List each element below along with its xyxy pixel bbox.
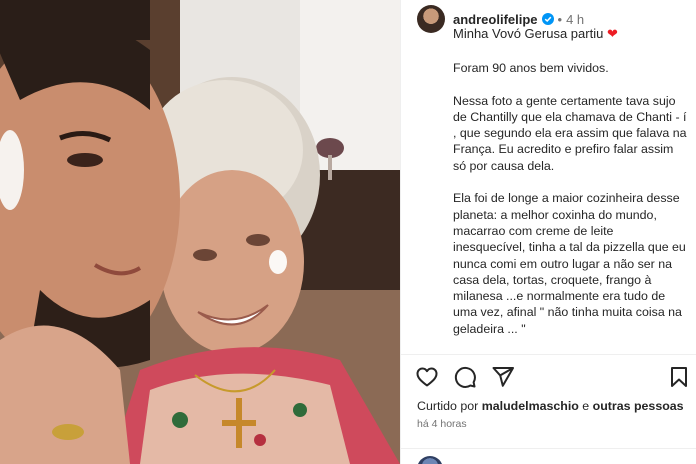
bookmark-icon[interactable] bbox=[667, 365, 691, 389]
liker-username-link[interactable]: maludelmaschio bbox=[482, 399, 579, 413]
caption-first-text: Minha Vovó Gerusa partiu bbox=[453, 26, 604, 41]
heart-outline-icon[interactable] bbox=[415, 365, 439, 389]
caption-first-line: Minha Vovó Gerusa partiu ❤ bbox=[453, 26, 618, 42]
caption-paragraph: Ela foi de longe a maior cozinheira dess… bbox=[453, 191, 686, 336]
red-heart-emoji: ❤ bbox=[606, 26, 618, 41]
likes-summary: Curtido por maludelmaschio e outras pess… bbox=[417, 399, 684, 413]
caption-paragraph: Nessa foto a gente certamente tava sujo … bbox=[453, 93, 687, 173]
posted-ago[interactable]: há 4 horas bbox=[417, 418, 467, 430]
post-time[interactable]: 4 h bbox=[566, 12, 584, 27]
others-link[interactable]: outras pessoas bbox=[593, 399, 684, 413]
comment-composer-strip bbox=[401, 448, 696, 464]
divider bbox=[401, 354, 696, 355]
avatar[interactable] bbox=[417, 5, 445, 33]
post-photo[interactable] bbox=[0, 0, 400, 464]
likes-prefix: Curtido por bbox=[417, 399, 479, 413]
separator-dot: • bbox=[557, 11, 563, 27]
username-link[interactable]: andreolifelipe bbox=[453, 12, 538, 27]
verified-badge-icon bbox=[541, 13, 554, 25]
photo-illustration bbox=[0, 0, 400, 464]
post-side-panel: andreolifelipe • 4 h Minha Vovó Gerusa p… bbox=[400, 0, 696, 464]
instagram-post-view: andreolifelipe • 4 h Minha Vovó Gerusa p… bbox=[0, 0, 696, 464]
likes-conjunction: e bbox=[582, 399, 590, 413]
paper-plane-icon[interactable] bbox=[491, 365, 515, 389]
caption-paragraph: Foram 90 anos bem vividos. bbox=[453, 61, 609, 75]
caption-body: Foram 90 anos bem vividos. Nessa foto a … bbox=[453, 60, 689, 337]
comment-bubble-icon[interactable] bbox=[453, 365, 477, 389]
action-bar bbox=[415, 365, 691, 391]
